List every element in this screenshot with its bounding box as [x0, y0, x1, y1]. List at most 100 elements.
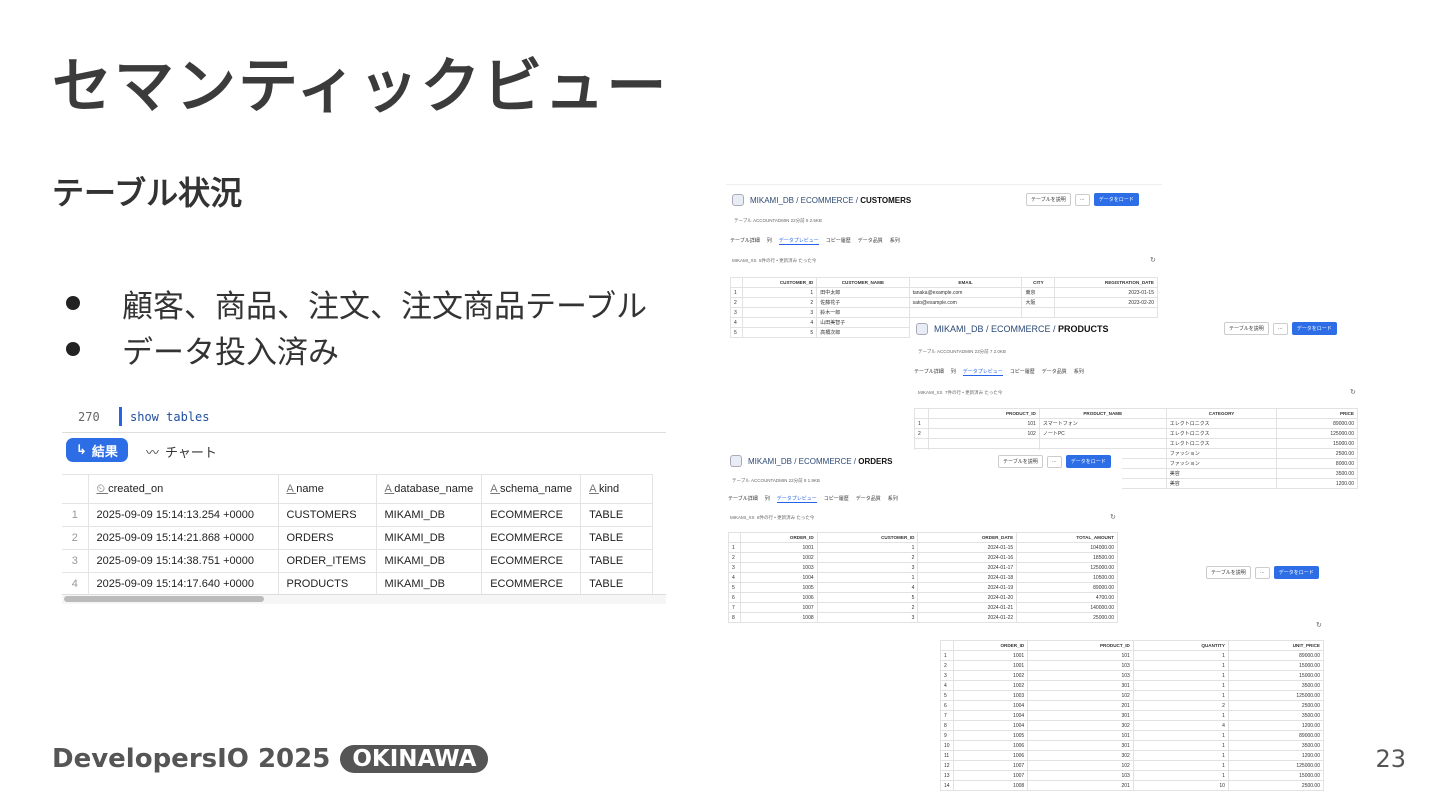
load-data-button[interactable]: データをロード: [1291, 322, 1337, 335]
column-header[interactable]: [729, 277, 744, 288]
warehouse-selector[interactable]: MIKAMI_XS: [732, 258, 757, 263]
more-button[interactable]: ···: [1272, 322, 1288, 335]
tab-data-quality[interactable]: データ品質: [856, 495, 881, 503]
tab-columns[interactable]: 列: [765, 495, 770, 503]
column-header[interactable]: ORDER_ID: [740, 532, 818, 543]
column-header[interactable]: UNIT_PRICE: [1227, 640, 1325, 651]
warehouse-selector[interactable]: MIKAMI_XS: [918, 390, 943, 395]
tab-data-preview[interactable]: データプレビュー: [778, 237, 819, 245]
refresh-icon[interactable]: ↻: [1110, 513, 1116, 521]
tab-details[interactable]: テーブル詳細: [728, 495, 758, 503]
table-row[interactable]: 7 1007 2 2024-01-21 140000.00: [727, 602, 1118, 613]
table-row[interactable]: エレクトロニクス 15000.00: [913, 438, 1358, 449]
tab-lineage[interactable]: 系列: [888, 495, 898, 503]
table-row[interactable]: 7 1004 301 1 3500.00: [939, 710, 1325, 721]
load-data-button[interactable]: データをロード: [1273, 566, 1319, 579]
table-row[interactable]: 10 1006 301 1 3500.00: [939, 740, 1325, 751]
table-row[interactable]: 2 102 ノートPC エレクトロニクス 125000.00: [913, 428, 1358, 439]
table-row[interactable]: 8 1004 302 4 1200.00: [939, 720, 1325, 731]
table-row[interactable]: 3 1003 3 2024-01-17 125000.00: [727, 562, 1118, 573]
tab-copy-history[interactable]: コピー履歴: [824, 495, 849, 503]
table-row[interactable]: 3 1002 103 1 15000.00: [939, 670, 1325, 681]
column-header[interactable]: EMAIL: [908, 277, 1023, 288]
describe-table-button[interactable]: テーブルを説明: [1026, 193, 1071, 206]
table-row[interactable]: 3 2025-09-09 15:14:38.751 +0000 ORDER_ITEM…: [62, 549, 654, 573]
tab-details[interactable]: テーブル詳細: [914, 368, 944, 376]
more-button[interactable]: ···: [1046, 455, 1062, 468]
tab-columns[interactable]: 列: [951, 368, 956, 376]
column-header[interactable]: CUSTOMER_ID: [816, 532, 919, 543]
column-header[interactable]: CUSTOMER_NAME: [816, 277, 910, 288]
column-header[interactable]: PRODUCT_ID: [1027, 640, 1134, 651]
column-header[interactable]: A schema_name: [481, 474, 582, 504]
tab-copy-history[interactable]: コピー履歴: [826, 237, 851, 245]
column-header[interactable]: CITY: [1021, 277, 1056, 288]
table-row[interactable]: 13 1007 103 1 15000.00: [939, 770, 1325, 781]
horizontal-scrollbar[interactable]: [64, 596, 264, 602]
column-header[interactable]: PRODUCT_NAME: [1038, 408, 1167, 419]
tab-data-quality[interactable]: データ品質: [1042, 368, 1067, 376]
refresh-icon[interactable]: ↻: [1150, 256, 1156, 264]
column-header[interactable]: [939, 640, 955, 651]
table-row[interactable]: 2 1002 2 2024-01-16 18500.00: [727, 552, 1118, 563]
more-button[interactable]: ···: [1254, 566, 1270, 579]
table-row[interactable]: 1 1001 1 2024-01-15 104000.00: [727, 542, 1118, 553]
results-tab[interactable]: ↳ 結果: [66, 438, 128, 462]
table-row[interactable]: 11 1006 302 1 1200.00: [939, 750, 1325, 761]
code-editor[interactable]: 270 show tables: [62, 404, 666, 434]
table-row[interactable]: 5 1003 102 1 125000.00: [939, 690, 1325, 701]
table-row[interactable]: 1 1 田中太郎 tanaka@example.com 東京 2023-01-15: [729, 287, 1158, 298]
table-row[interactable]: 12 1007 102 1 125000.00: [939, 760, 1325, 771]
tab-data-quality[interactable]: データ品質: [858, 237, 883, 245]
column-header[interactable]: A kind: [580, 474, 654, 504]
sql-code[interactable]: show tables: [130, 410, 209, 424]
tab-data-preview[interactable]: データプレビュー: [776, 495, 817, 503]
refresh-icon[interactable]: ↻: [1350, 388, 1356, 396]
column-header[interactable]: A database_name: [376, 474, 483, 504]
column-header[interactable]: [727, 532, 742, 543]
table-row[interactable]: 1 1001 101 1 89000.00: [939, 650, 1325, 661]
column-header[interactable]: CUSTOMER_ID: [742, 277, 818, 288]
column-header[interactable]: TOTAL_AMOUNT: [1016, 532, 1118, 543]
table-row[interactable]: 8 1008 3 2024-01-22 25000.00: [727, 612, 1118, 623]
column-header[interactable]: QUANTITY: [1132, 640, 1229, 651]
tab-copy-history[interactable]: コピー履歴: [1010, 368, 1035, 376]
table-row[interactable]: 6 1006 5 2024-01-20 4700.00: [727, 592, 1118, 603]
table-row[interactable]: 1 2025-09-09 15:14:13.254 +0000 CUSTOMERS M…: [62, 503, 654, 527]
table-row[interactable]: 4 2025-09-09 15:14:17.640 +0000 PRODUCTS MI…: [62, 572, 654, 596]
table-row[interactable]: 14 1008 201 10 2500.00: [939, 780, 1325, 791]
column-header[interactable]: ORDER_DATE: [917, 532, 1018, 543]
table-row[interactable]: 5 1005 4 2024-01-19 89000.00: [727, 582, 1118, 593]
warehouse-selector[interactable]: MIKAMI_XS: [730, 515, 755, 520]
tab-data-preview[interactable]: データプレビュー: [962, 368, 1003, 376]
tab-lineage[interactable]: 系列: [890, 237, 900, 245]
column-header[interactable]: [913, 408, 930, 419]
describe-table-button[interactable]: テーブルを説明: [1206, 566, 1251, 579]
table-row[interactable]: 2 1001 103 1 15000.00: [939, 660, 1325, 671]
table-row[interactable]: 2 2 佐藤花子 sato@example.com 大阪 2023-02-20: [729, 297, 1158, 308]
table-row[interactable]: 2 2025-09-09 15:14:21.868 +0000 ORDERS MIKA…: [62, 526, 654, 550]
tab-details[interactable]: テーブル詳細: [730, 237, 760, 245]
load-data-button[interactable]: データをロード: [1065, 455, 1111, 468]
describe-table-button[interactable]: テーブルを説明: [1224, 322, 1269, 335]
column-header[interactable]: ⏲ created_on: [88, 474, 279, 504]
chart-tab[interactable]: 〰チャート: [146, 442, 217, 461]
table-row[interactable]: 4 1002 301 1 3500.00: [939, 680, 1325, 691]
load-data-button[interactable]: データをロード: [1093, 193, 1139, 206]
column-header[interactable]: PRICE: [1276, 408, 1358, 419]
refresh-icon[interactable]: ↻: [1316, 621, 1322, 629]
column-header[interactable]: A name: [278, 474, 377, 504]
column-header[interactable]: CATEGORY: [1165, 408, 1278, 419]
table-row[interactable]: 3 3 鈴木一郎: [729, 307, 1158, 318]
tab-lineage[interactable]: 系列: [1074, 368, 1084, 376]
table-row[interactable]: 6 1004 201 2 2500.00: [939, 700, 1325, 711]
table-row[interactable]: 4 1004 1 2024-01-18 10500.00: [727, 572, 1118, 583]
table-row[interactable]: 9 1005 101 1 89000.00: [939, 730, 1325, 741]
column-header[interactable]: ORDER_ID: [953, 640, 1029, 651]
tab-columns[interactable]: 列: [767, 237, 772, 245]
column-header[interactable]: REGISTRATION_DATE: [1054, 277, 1158, 288]
table-row[interactable]: 1 101 スマートフォン エレクトロニクス 89000.00: [913, 418, 1358, 429]
describe-table-button[interactable]: テーブルを説明: [998, 455, 1043, 468]
column-header[interactable]: PRODUCT_ID: [928, 408, 1040, 419]
more-button[interactable]: ···: [1074, 193, 1090, 206]
